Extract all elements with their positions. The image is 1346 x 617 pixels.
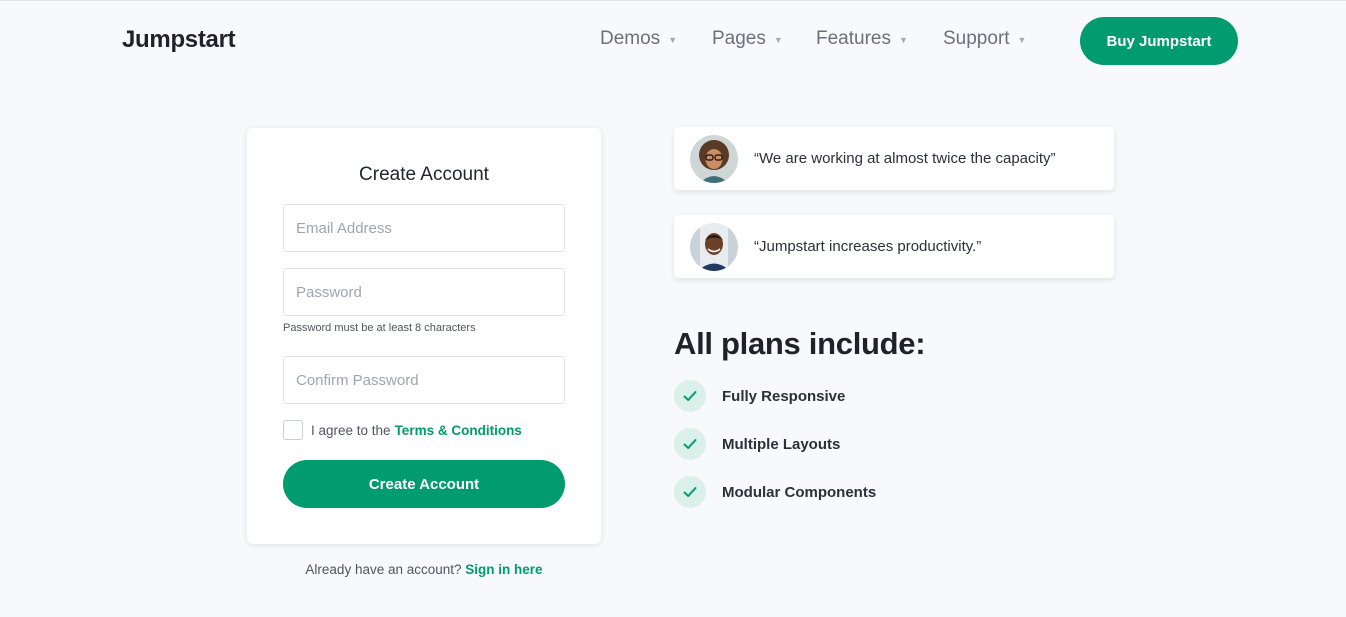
- nav-item-demos[interactable]: Demos ▼: [600, 28, 677, 50]
- terms-agreement-row: I agree to the Terms & Conditions: [283, 420, 522, 440]
- terms-checkbox[interactable]: [283, 420, 303, 440]
- feature-label: Modular Components: [722, 483, 877, 501]
- nav-item-features[interactable]: Features ▼: [816, 28, 908, 50]
- top-border: [0, 0, 1346, 1]
- feature-label: Multiple Layouts: [722, 435, 841, 453]
- nav-label: Features: [816, 28, 891, 49]
- check-icon: [674, 380, 706, 412]
- terms-link[interactable]: Terms & Conditions: [395, 423, 522, 438]
- testimonial-card: “Jumpstart increases productivity.”: [674, 215, 1114, 278]
- plans-title: All plans include:: [674, 326, 926, 361]
- chevron-down-icon: ▼: [1017, 35, 1027, 45]
- signin-link[interactable]: Sign in here: [465, 562, 542, 577]
- chevron-down-icon: ▼: [898, 35, 908, 45]
- nav-item-support[interactable]: Support ▼: [943, 28, 1026, 50]
- create-account-button[interactable]: Create Account: [283, 460, 565, 508]
- user-avatar-woman-icon: [690, 135, 738, 183]
- buy-jumpstart-button[interactable]: Buy Jumpstart: [1080, 17, 1238, 65]
- logo[interactable]: Jumpstart: [122, 26, 236, 54]
- nav-label: Demos: [600, 28, 661, 49]
- check-icon: [674, 428, 706, 460]
- testimonial-quote: “We are working at almost twice the capa…: [754, 150, 1056, 167]
- chevron-down-icon: ▼: [668, 35, 678, 45]
- testimonial-card: “We are working at almost twice the capa…: [674, 127, 1114, 190]
- feature-item: Fully Responsive: [674, 380, 845, 412]
- password-field[interactable]: [283, 268, 565, 316]
- feature-label: Fully Responsive: [722, 387, 846, 405]
- confirm-password-field[interactable]: [283, 356, 565, 404]
- user-avatar-man-icon: [690, 223, 738, 271]
- create-account-card: Create Account Password must be at least…: [247, 128, 601, 544]
- nav-item-pages[interactable]: Pages ▼: [712, 28, 783, 50]
- password-hint: Password must be at least 8 characters: [283, 322, 476, 334]
- feature-item: Modular Components: [674, 476, 876, 508]
- chevron-down-icon: ▼: [773, 35, 783, 45]
- email-field[interactable]: [283, 204, 565, 252]
- check-icon: [674, 476, 706, 508]
- testimonial-quote: “Jumpstart increases productivity.”: [754, 238, 982, 255]
- nav-label: Support: [943, 28, 1010, 49]
- signin-prompt: Already have an account? Sign in here: [247, 562, 601, 577]
- signin-prefix: Already have an account?: [305, 562, 462, 577]
- form-title: Create Account: [359, 164, 489, 185]
- feature-item: Multiple Layouts: [674, 428, 840, 460]
- agree-text: I agree to the: [311, 422, 391, 438]
- nav-label: Pages: [712, 28, 766, 49]
